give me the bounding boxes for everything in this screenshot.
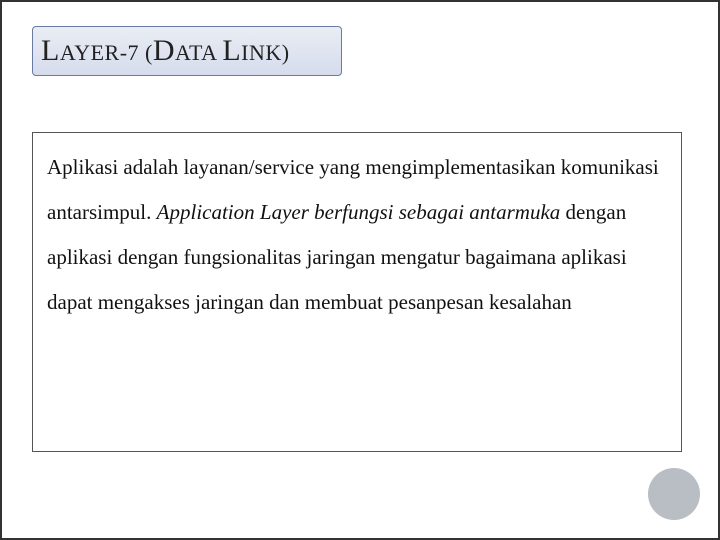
slide: LAYER-7 (DATA LINK) Aplikasi adalah laya… <box>0 0 720 540</box>
body-paragraph-2-italic: Application Layer berfungsi sebagai anta… <box>157 200 561 224</box>
slide-title: LAYER-7 (DATA LINK) <box>41 34 290 68</box>
body-text-box: Aplikasi adalah layanan/service yang men… <box>32 132 682 452</box>
title-box: LAYER-7 (DATA LINK) <box>32 26 342 76</box>
decorative-circle-icon <box>648 468 700 520</box>
